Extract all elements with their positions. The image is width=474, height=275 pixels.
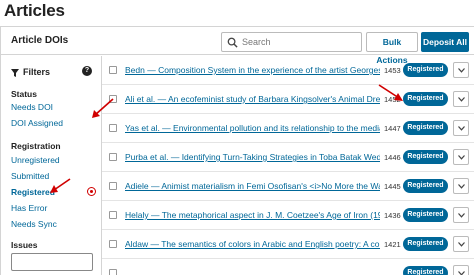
status-badge: Registered [403,121,448,135]
expand-button[interactable] [453,120,469,136]
chevron-down-icon [458,68,465,73]
chevron-down-icon [458,184,465,189]
list-item: Adiele — Animist materialism in Femi Oso… [102,172,474,201]
row-checkbox[interactable] [109,211,117,219]
row-checkbox[interactable] [109,95,117,103]
list-item: Helaly — The metaphorical aspect in J. M… [102,201,474,230]
panel-title: Article DOIs [11,35,69,46]
article-id: 1447 [384,124,401,133]
article-title-link[interactable]: Ali et al. — An ecofeminist study of Bar… [125,94,380,104]
status-badge: Registered [403,92,448,106]
row-checkbox[interactable] [109,66,117,74]
article-title-link[interactable]: Yas et al. — Environmental pollution and… [125,123,380,133]
chevron-down-icon [458,97,465,102]
article-title-link[interactable]: Bedn — Composition System in the experie… [125,65,380,75]
status-badge: Registered [403,63,448,77]
panel-header: Article DOIs Bulk Actions Deposit All [1,27,474,65]
page-title: Articles [4,1,65,20]
list-item: Registered [102,259,474,275]
filter-needs-sync[interactable]: Needs Sync [11,219,57,229]
status-badge: Registered [403,179,448,193]
clear-filter-icon[interactable] [87,187,96,196]
filter-needs-doi[interactable]: Needs DOI [11,102,53,112]
issues-filter-input[interactable] [11,253,93,271]
row-checkbox[interactable] [109,269,117,275]
article-title-link[interactable]: Adiele — Animist materialism in Femi Oso… [125,181,380,191]
article-id: 1453 [384,66,401,75]
registration-group-label: Registration [11,141,61,151]
issues-group-label: Issues [11,240,38,250]
filter-submitted[interactable]: Submitted [11,171,49,181]
status-group-label: Status [11,89,37,99]
list-item: Yas et al. — Environmental pollution and… [102,114,474,143]
filters-sidebar: Filters ? Status Needs DOI DOI Assigned … [1,56,102,275]
article-id: 1446 [384,153,401,162]
filter-registered[interactable]: Registered [11,187,55,197]
chevron-down-icon [458,242,465,247]
list-item: Bedn — Composition System in the experie… [102,56,474,85]
status-badge: Registered [403,237,448,251]
search-input[interactable] [242,35,358,49]
bulk-actions-button[interactable]: Bulk Actions [366,32,418,65]
article-title-link[interactable]: Aldaw — The semantics of colors in Arabi… [125,239,380,249]
row-checkbox[interactable] [109,182,117,190]
row-checkbox[interactable] [109,153,117,161]
status-badge: Registered [403,208,448,222]
article-id: 1436 [384,211,401,220]
list-item: Aldaw — The semantics of colors in Arabi… [102,230,474,259]
chevron-down-icon [458,126,465,131]
row-checkbox[interactable] [109,240,117,248]
list-item: Ali et al. — An ecofeminist study of Bar… [102,85,474,114]
chevron-down-icon [458,213,465,218]
filters-heading: Filters [23,67,51,77]
filter-icon [11,69,19,77]
article-id: 1452 [384,95,401,104]
search-box[interactable] [221,32,362,52]
filter-unregistered[interactable]: Unregistered [11,155,60,165]
filter-doi-assigned[interactable]: DOI Assigned [11,118,63,128]
dois-panel: Article DOIs Bulk Actions Deposit All Fi… [0,26,474,275]
list-item: Purba et al. — Identifying Turn-Taking S… [102,143,474,172]
chevron-down-icon [458,271,465,275]
chevron-down-icon [458,155,465,160]
search-icon [227,37,238,48]
article-title-link[interactable]: Helaly — The metaphorical aspect in J. M… [125,210,380,220]
expand-button[interactable] [453,178,469,194]
article-id: 1421 [384,240,401,249]
doi-list: Bedn — Composition System in the experie… [102,56,474,275]
expand-button[interactable] [453,149,469,165]
article-id: 1445 [384,182,401,191]
help-icon[interactable]: ? [82,66,92,76]
expand-button[interactable] [453,207,469,223]
row-checkbox[interactable] [109,124,117,132]
article-title-link[interactable]: Purba et al. — Identifying Turn-Taking S… [125,152,380,162]
filter-has-error[interactable]: Has Error [11,203,47,213]
expand-button[interactable] [453,236,469,252]
status-badge: Registered [403,266,448,275]
deposit-all-button[interactable]: Deposit All [421,32,469,52]
expand-button[interactable] [453,91,469,107]
expand-button[interactable] [453,265,469,275]
expand-button[interactable] [453,62,469,78]
status-badge: Registered [403,150,448,164]
